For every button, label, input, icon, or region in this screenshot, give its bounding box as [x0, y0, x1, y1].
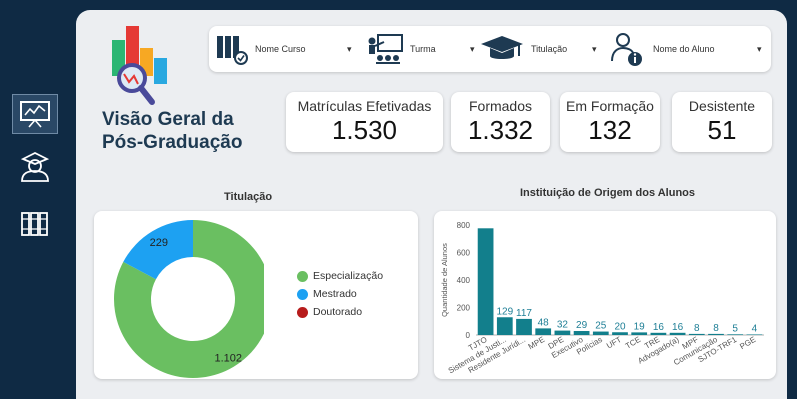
kpi-label: Matrículas Efetivadas	[297, 98, 432, 114]
legend-label: Especialização	[313, 270, 384, 282]
report-logo-icon	[112, 26, 167, 105]
graduation-cap-icon	[481, 36, 523, 59]
legend-especializacao[interactable]: Especialização	[297, 270, 383, 282]
bar-data-label: 8	[694, 323, 700, 334]
kpi-value: 1.530	[331, 115, 398, 145]
bar[interactable]	[554, 330, 571, 335]
chevron-down-icon[interactable]: ▾	[347, 44, 352, 55]
left-nav	[0, 0, 72, 399]
bar[interactable]	[573, 331, 590, 335]
bar[interactable]	[708, 333, 724, 335]
bar[interactable]	[688, 333, 705, 335]
bar[interactable]	[516, 318, 532, 335]
x-tick-label: TCE	[624, 335, 642, 351]
classroom-icon	[368, 34, 403, 64]
filter-course[interactable]: Nome Curso ▾	[215, 26, 355, 72]
legend-swatch	[297, 306, 308, 318]
chevron-down-icon[interactable]: ▾	[592, 44, 597, 55]
bar-data-label: 19	[634, 321, 646, 332]
chevron-down-icon[interactable]: ▾	[470, 44, 475, 55]
bar[interactable]	[496, 317, 513, 335]
bar[interactable]	[592, 331, 609, 335]
bar[interactable]	[477, 228, 494, 335]
bar-data-label: 16	[653, 322, 665, 333]
instituicao-bar-chart: 0200400600800Quantidade de AlunosTJTO129…	[440, 221, 764, 375]
bar[interactable]	[612, 332, 628, 335]
bar[interactable]	[535, 328, 552, 335]
y-axis-label: Quantidade de Alunos	[440, 243, 449, 317]
kpi-label: Formados	[468, 98, 533, 114]
titulacao-card: 1.102 229 Especialização Mestrado Doutora…	[94, 211, 418, 379]
y-tick-label: 400	[457, 276, 471, 285]
bar-data-label: 32	[557, 320, 569, 331]
instituicao-chart-title: Instituição de Origem dos Alunos	[520, 187, 696, 199]
bar-data-label: 8	[713, 323, 719, 334]
x-tick-label: MPE	[527, 335, 547, 351]
filter-course-label: Nome Curso	[255, 44, 306, 54]
page-title-line1: Visão Geral da	[102, 109, 234, 130]
kpi-value: 1.332	[467, 115, 534, 145]
kpi-value: 132	[588, 115, 632, 145]
nav-courses[interactable]	[12, 204, 58, 244]
legend-doutorado[interactable]: Doutorado	[297, 306, 362, 318]
filter-student-name-label: Nome do Aluno	[653, 44, 715, 54]
bar-data-label: 16	[672, 322, 684, 333]
filter-bar: Nome Curso ▾ Turma ▾ Titulação ▾ Nome do…	[209, 26, 771, 72]
dashboard-icon	[20, 101, 50, 128]
y-tick-label: 200	[457, 304, 471, 313]
bar-data-label: 29	[576, 320, 588, 331]
nav-dashboard[interactable]	[12, 94, 58, 134]
legend-swatch	[297, 270, 308, 282]
bar[interactable]	[746, 334, 763, 335]
y-tick-label: 600	[457, 249, 471, 258]
bar-data-label: 4	[752, 323, 758, 334]
x-tick-label: UFT	[605, 335, 623, 351]
filter-degree[interactable]: Titulação ▾	[479, 26, 597, 72]
bar-data-label: 5	[732, 323, 738, 334]
bar-data-label: 25	[595, 321, 607, 332]
student-info-icon	[611, 33, 642, 66]
donut-data-label: 1.102	[214, 353, 242, 365]
page-title: Visão Geral da Pós-Graduação	[102, 108, 282, 154]
filter-class-label: Turma	[410, 44, 436, 54]
donut-data-label: 229	[150, 237, 168, 249]
y-tick-label: 800	[457, 221, 471, 230]
filter-student-name[interactable]: Nome do Aluno ▾	[609, 26, 765, 72]
kpi-value: 51	[707, 115, 737, 145]
filter-degree-label: Titulação	[531, 44, 568, 54]
page-title-line2: Pós-Graduação	[102, 132, 243, 153]
kpi-label: Desistente	[688, 98, 756, 114]
bar-data-label: 129	[496, 306, 513, 317]
kpi-formados: Formados 1.332	[451, 92, 550, 152]
bar[interactable]	[669, 332, 686, 335]
kpi-desistente: Desistente 51	[672, 92, 772, 152]
legend-label: Doutorado	[313, 306, 363, 318]
filter-class[interactable]: Turma ▾	[366, 26, 476, 72]
bar-data-label: 48	[538, 317, 550, 328]
bar[interactable]	[727, 334, 744, 335]
bar-data-label: 117	[516, 308, 532, 319]
student-icon	[20, 151, 50, 182]
titulacao-donut-chart: 1.102 229	[114, 220, 264, 378]
bar[interactable]	[650, 332, 667, 335]
instituicao-card: 0 200 400 600 800 Quantidade de Alunos TJTO 129…	[434, 211, 776, 379]
x-tick-label: PGE	[738, 335, 757, 351]
bar[interactable]	[631, 332, 648, 335]
legend-label: Mestrado	[313, 288, 357, 300]
y-tick-label: 0	[466, 331, 471, 340]
bar-data-label: 20	[614, 321, 626, 332]
books-icon	[21, 212, 48, 236]
nav-students[interactable]	[12, 146, 58, 186]
legend-mestrado[interactable]: Mestrado	[297, 288, 357, 300]
books-icon	[217, 36, 248, 65]
titulacao-chart-title: Titulação	[224, 191, 273, 203]
chevron-down-icon[interactable]: ▾	[757, 44, 762, 55]
kpi-label: Em Formação	[566, 98, 654, 114]
main-panel: Nome Curso ▾ Turma ▾ Titulação ▾ Nome do…	[76, 10, 787, 399]
legend-swatch	[297, 288, 308, 300]
kpi-em-formacao: Em Formação 132	[560, 92, 660, 152]
kpi-matriculas: Matrículas Efetivadas 1.530	[286, 92, 443, 152]
